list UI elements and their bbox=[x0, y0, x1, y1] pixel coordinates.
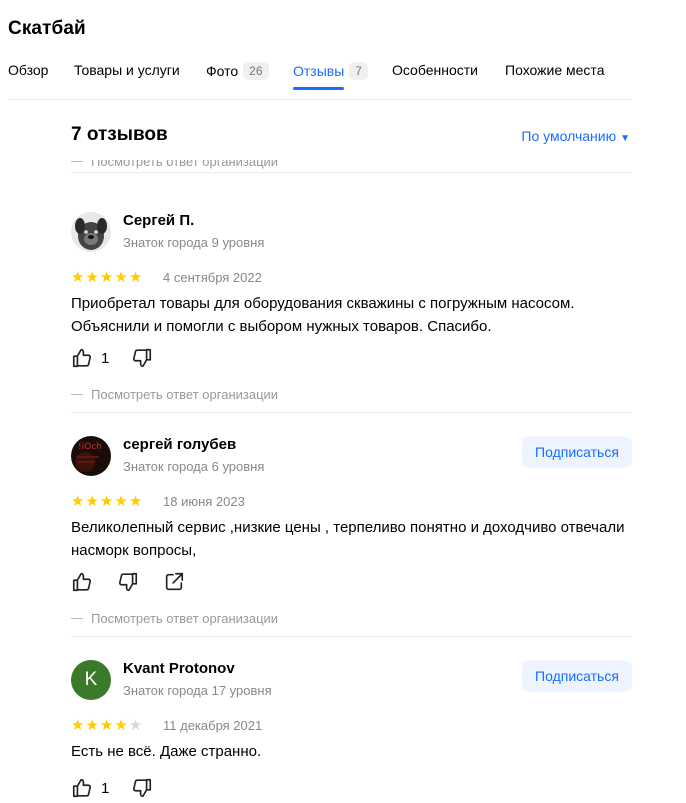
review-divider bbox=[71, 172, 632, 173]
rating-stars: ★★★★★ bbox=[71, 716, 143, 735]
star-icon: ★ bbox=[114, 493, 128, 510]
answer-link-label: Посмотреть ответ организации bbox=[91, 160, 279, 169]
like-count: 1 bbox=[101, 779, 110, 797]
tab-features[interactable]: Особенности bbox=[392, 62, 478, 78]
star-icon: ★ bbox=[99, 493, 114, 510]
sort-dropdown[interactable]: По умолчанию ▼ bbox=[521, 128, 630, 144]
tab-goods-services[interactable]: Товары и услуги bbox=[74, 62, 180, 78]
tab-overview[interactable]: Обзор bbox=[8, 62, 48, 78]
rating-stars: ★★★★★ bbox=[71, 268, 143, 287]
tab-count-badge: 26 bbox=[243, 62, 269, 80]
tab-label: Фото bbox=[206, 63, 239, 79]
dash-icon bbox=[71, 161, 83, 162]
review-text: Великолепный сервис ,низкие цены , терпе… bbox=[71, 519, 625, 559]
dislike-button[interactable] bbox=[117, 571, 139, 593]
tab-label: Товары и услуги bbox=[74, 62, 180, 78]
review-text: Приобретал товары для оборудования скваж… bbox=[71, 295, 575, 335]
like-button[interactable]: 1 bbox=[71, 347, 109, 369]
tab-similar-places[interactable]: Похожие места bbox=[505, 62, 604, 78]
dash-icon bbox=[71, 394, 83, 395]
star-icon: ★ bbox=[114, 717, 128, 734]
thumbs-down-icon bbox=[118, 572, 138, 592]
star-icon: ★ bbox=[85, 269, 99, 286]
author-level: Знаток города 17 уровня bbox=[123, 683, 272, 698]
tab-photos[interactable]: Фото 26 bbox=[206, 62, 269, 80]
view-answer-link[interactable]: Посмотреть ответ организации bbox=[71, 387, 278, 402]
avatar[interactable] bbox=[71, 212, 111, 252]
dog-avatar-image bbox=[71, 212, 111, 252]
triangle-down-icon: ▼ bbox=[620, 133, 630, 144]
dislike-button[interactable] bbox=[131, 347, 153, 369]
thumbs-up-icon bbox=[72, 778, 92, 798]
like-button[interactable]: 1 bbox=[71, 777, 109, 799]
thumbs-up-icon bbox=[72, 348, 92, 368]
thumbs-up-icon bbox=[72, 572, 92, 592]
share-icon bbox=[165, 572, 184, 591]
dash-icon bbox=[71, 618, 83, 619]
author-level: Знаток города 9 уровня bbox=[123, 235, 265, 250]
star-empty-icon: ★ bbox=[128, 717, 143, 734]
tab-label: Особенности bbox=[392, 62, 478, 78]
star-icon: ★ bbox=[114, 269, 128, 286]
review-date: 4 сентября 2022 bbox=[163, 270, 262, 285]
answer-link-label: Посмотреть ответ организации bbox=[91, 611, 279, 626]
author-level: Знаток города 6 уровня bbox=[123, 459, 265, 474]
reviews-count: 7 отзывов bbox=[71, 124, 168, 145]
star-icon: ★ bbox=[85, 493, 99, 510]
star-icon: ★ bbox=[99, 717, 114, 734]
review-date: 18 июня 2023 bbox=[163, 494, 245, 509]
sort-label: По умолчанию bbox=[521, 128, 617, 144]
like-button[interactable] bbox=[71, 571, 93, 593]
thumbs-down-icon bbox=[132, 778, 152, 798]
page-title: Скатбай bbox=[8, 18, 86, 39]
subscribe-button[interactable]: Подписаться bbox=[522, 660, 632, 692]
author-name[interactable]: Kvant Protonov bbox=[123, 660, 235, 677]
tab-label: Похожие места bbox=[505, 62, 605, 78]
tab-label: Обзор bbox=[8, 62, 49, 78]
thumbs-down-icon bbox=[132, 348, 152, 368]
tab-reviews[interactable]: Отзывы 7 bbox=[293, 62, 368, 90]
tab-label: Отзывы bbox=[293, 63, 345, 79]
view-answer-link[interactable]: Посмотреть ответ организации bbox=[71, 611, 278, 626]
star-icon: ★ bbox=[128, 269, 143, 286]
avatar[interactable]: !iOch bbox=[71, 436, 111, 476]
author-name[interactable]: Сергей П. bbox=[123, 212, 194, 229]
star-icon: ★ bbox=[128, 493, 143, 510]
subscribe-button[interactable]: Подписаться bbox=[522, 436, 632, 468]
view-answer-link[interactable]: Посмотреть ответ организации bbox=[71, 160, 278, 169]
dislike-button[interactable] bbox=[131, 777, 153, 799]
review-divider bbox=[71, 412, 632, 413]
answer-link-label: Посмотреть ответ организации bbox=[91, 387, 279, 402]
svg-text:!iOch: !iOch bbox=[78, 442, 102, 452]
review-text: Есть не всё. Даже странно. bbox=[71, 743, 262, 760]
review-date: 11 декабря 2021 bbox=[163, 718, 263, 733]
tabs-divider bbox=[8, 99, 632, 100]
share-button[interactable] bbox=[163, 571, 185, 593]
star-icon: ★ bbox=[71, 493, 85, 510]
star-icon: ★ bbox=[71, 717, 85, 734]
avatar[interactable]: K bbox=[71, 660, 111, 700]
author-name[interactable]: сергей голубев bbox=[123, 436, 236, 453]
dark-avatar-image: !iOch bbox=[71, 436, 111, 476]
rating-stars: ★★★★★ bbox=[71, 492, 143, 511]
star-icon: ★ bbox=[71, 269, 85, 286]
star-icon: ★ bbox=[99, 269, 114, 286]
review-divider bbox=[71, 636, 632, 637]
avatar-letter: K bbox=[84, 669, 98, 690]
star-icon: ★ bbox=[85, 717, 99, 734]
like-count: 1 bbox=[101, 349, 110, 367]
tab-count-badge: 7 bbox=[349, 62, 368, 80]
